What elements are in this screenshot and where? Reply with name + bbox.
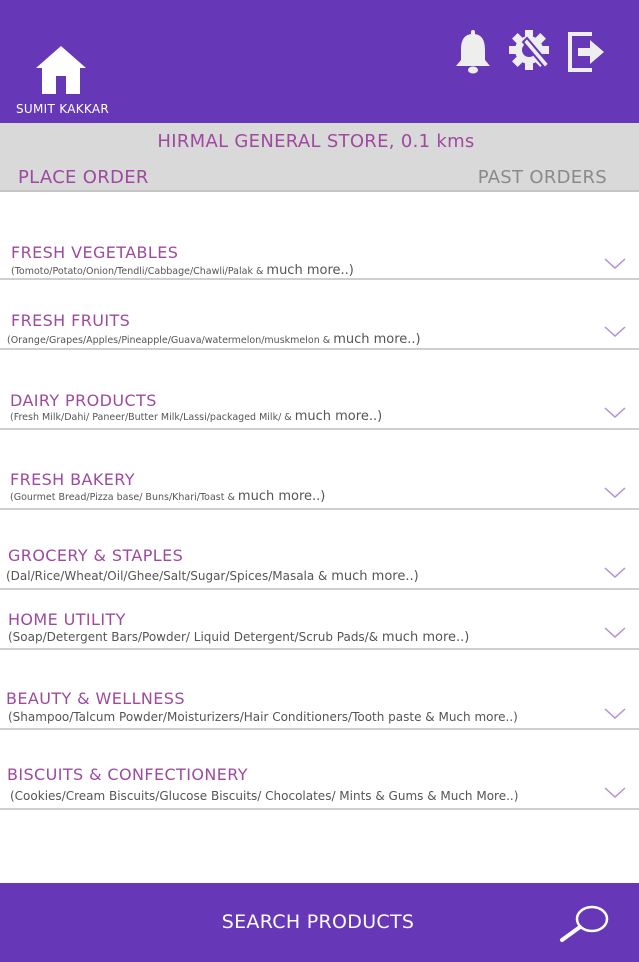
category-title: FRESH BAKERY (10, 470, 135, 489)
tab-place-order[interactable]: PLACE ORDER (18, 167, 149, 188)
search-products-label: SEARCH PRODUCTS (221, 911, 415, 933)
chevron-down-icon[interactable] (604, 567, 626, 579)
store-bar: HIRMAL GENERAL STORE, 0.1 kms PLACE ORDE… (0, 123, 639, 192)
category-grocery-staples[interactable]: GROCERY & STAPLES (Dal/Rice/Wheat/Oil/Gh… (0, 510, 639, 590)
app-header: SUMIT KAKKAR (0, 0, 639, 123)
chevron-down-icon[interactable] (604, 708, 626, 720)
category-beauty-wellness[interactable]: BEAUTY & WELLNESS (Shampoo/Talcum Powder… (0, 650, 639, 730)
tab-past-orders[interactable]: PAST ORDERS (478, 167, 607, 188)
chevron-down-icon[interactable] (604, 627, 626, 639)
category-title: BISCUITS & CONFECTIONERY (7, 765, 248, 784)
category-home-utility[interactable]: HOME UTILITY (Soap/Detergent Bars/Powder… (0, 590, 639, 650)
chevron-down-icon[interactable] (604, 258, 626, 270)
category-description: (Tomoto/Potato/Onion/Tendli/Cabbage/Chaw… (11, 263, 354, 278)
chevron-down-icon[interactable] (604, 326, 626, 338)
search-products-button[interactable]: SEARCH PRODUCTS (0, 883, 639, 962)
chevron-down-icon[interactable] (604, 487, 626, 499)
category-description: (Cookies/Cream Biscuits/Glucose Biscuits… (10, 789, 519, 803)
bell-icon[interactable] (455, 30, 491, 74)
search-icon[interactable] (558, 903, 610, 943)
category-title: GROCERY & STAPLES (8, 546, 184, 565)
category-description: (Fresh Milk/Dahi/ Paneer/Butter Milk/Las… (10, 409, 383, 424)
home-icon[interactable] (34, 44, 88, 96)
category-fresh-bakery[interactable]: FRESH BAKERY (Gourmet Bread/Pizza base/ … (0, 430, 639, 510)
store-name: HIRMAL GENERAL STORE, 0.1 kms (157, 131, 475, 152)
category-description: (Orange/Grapes/Apples/Pineapple/Guava/wa… (7, 332, 421, 347)
chevron-down-icon[interactable] (604, 787, 626, 799)
category-title: FRESH FRUITS (11, 311, 131, 330)
chevron-down-icon[interactable] (604, 407, 626, 419)
logout-icon[interactable] (568, 30, 606, 74)
category-description: (Dal/Rice/Wheat/Oil/Ghee/Salt/Sugar/Spic… (6, 569, 419, 584)
category-fresh-fruits[interactable]: FRESH FRUITS (Orange/Grapes/Apples/Pinea… (0, 280, 639, 350)
category-title: FRESH VEGETABLES (11, 243, 179, 262)
category-biscuits-confectionery[interactable]: BISCUITS & CONFECTIONERY (Cookies/Cream … (0, 730, 639, 810)
username-label: SUMIT KAKKAR (16, 102, 109, 116)
category-title: BEAUTY & WELLNESS (6, 689, 185, 708)
category-fresh-vegetables[interactable]: FRESH VEGETABLES (Tomoto/Potato/Onion/Te… (0, 192, 639, 280)
category-dairy-products[interactable]: DAIRY PRODUCTS (Fresh Milk/Dahi/ Paneer/… (0, 350, 639, 430)
category-title: HOME UTILITY (8, 610, 126, 629)
category-description: (Gourmet Bread/Pizza base/ Buns/Khari/To… (10, 489, 326, 504)
category-title: DAIRY PRODUCTS (10, 391, 157, 410)
gear-icon[interactable] (509, 30, 553, 74)
category-description: (Shampoo/Talcum Powder/Moisturizers/Hair… (8, 710, 518, 724)
category-description: (Soap/Detergent Bars/Powder/ Liquid Dete… (8, 630, 470, 645)
